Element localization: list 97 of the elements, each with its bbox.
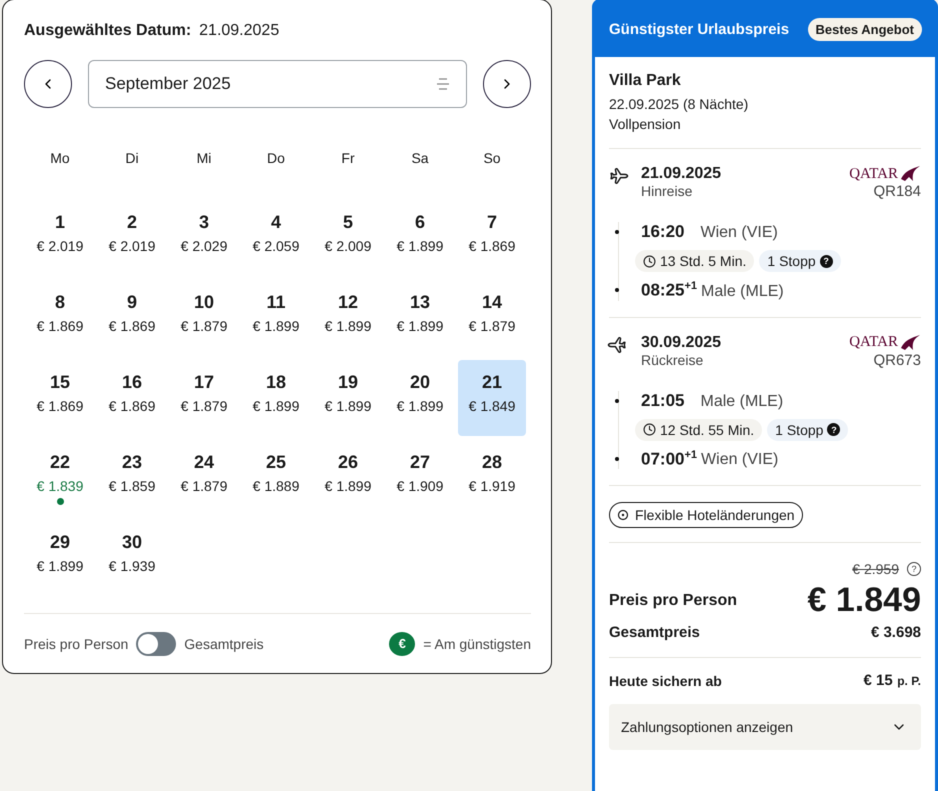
- calendar-day[interactable]: 14 € 1.879: [458, 280, 526, 356]
- calendar-day[interactable]: 26 € 1.899: [314, 440, 382, 516]
- calendar-day[interactable]: 12 € 1.899: [314, 280, 382, 356]
- calendar-day[interactable]: 25 € 1.889: [242, 440, 310, 516]
- arrival-time: 07:00$^{+1}$: [641, 448, 698, 470]
- calendar-day[interactable]: 20 € 1.899: [386, 360, 454, 436]
- weekday-label: Fr: [341, 150, 355, 166]
- weekday-label: Sa: [411, 150, 429, 166]
- weekday-label: Mi: [196, 150, 212, 166]
- toggle-left-label: Preis pro Person: [24, 636, 128, 652]
- timeline-dot: [615, 398, 619, 403]
- euro-badge: €: [389, 632, 416, 656]
- calendar-day[interactable]: 16 € 1.869: [98, 360, 166, 436]
- arrival-place: Male (MLE): [701, 282, 784, 301]
- departure-time: 21:05: [641, 390, 684, 411]
- total-price: € 3.698: [870, 624, 921, 642]
- selected-date-value: 21.09.2025: [199, 22, 280, 40]
- refresh-icon: [617, 509, 629, 522]
- weekday-label: So: [483, 150, 501, 166]
- toggle-right-label: Gesamtpreis: [184, 636, 264, 652]
- calendar-day[interactable]: 10 € 1.879: [170, 280, 238, 356]
- calendar-day[interactable]: 22 € 1.839: [26, 440, 94, 516]
- flexible-changes-button[interactable]: Flexible Hoteländerungen: [609, 502, 803, 528]
- per-person-price: € 1.849: [808, 581, 921, 620]
- calendar-day[interactable]: 17 € 1.879: [170, 360, 238, 436]
- selected-date-label: Ausgewähltes Datum:: [24, 22, 192, 40]
- clock-icon: [643, 254, 656, 268]
- calendar-day[interactable]: 7 € 1.869: [458, 200, 526, 276]
- deposit-label: Heute sichern ab: [609, 673, 722, 690]
- leg-label: Rückreise: [641, 352, 704, 368]
- calendar-day[interactable]: 23 € 1.859: [98, 440, 166, 516]
- board-type: Vollpension: [609, 116, 682, 132]
- timeline-dot: [615, 288, 619, 292]
- cheapest-dot: [56, 498, 64, 505]
- help-icon[interactable]: ?: [827, 423, 840, 436]
- weekday-label: Do: [267, 150, 285, 166]
- departure-time: 16:20: [641, 222, 684, 242]
- stops-chip[interactable]: 1 Stopp ?: [759, 250, 841, 272]
- duration-text: 13 Std. 5 Min.: [660, 253, 746, 269]
- calendar-day[interactable]: 29 € 1.899: [26, 520, 94, 596]
- calendar-day[interactable]: 30 € 1.939: [98, 520, 166, 596]
- total-label: Gesamtpreis: [609, 624, 700, 642]
- arrival-place: Wien (VIE): [701, 451, 778, 470]
- weekday-label: Mo: [50, 150, 70, 166]
- flight-date: 30.09.2025: [641, 334, 722, 352]
- calendar-day[interactable]: 4 € 2.059: [242, 200, 310, 276]
- price-toggle[interactable]: [136, 632, 176, 656]
- stops-text: 1 Stopp: [767, 253, 816, 269]
- calendar-day[interactable]: 19 € 1.899: [314, 360, 382, 436]
- airline-logo: QATAR: [849, 165, 921, 183]
- calendar-day[interactable]: 13 € 1.899: [386, 280, 454, 356]
- offer-title: Günstigster Urlaubspreis: [609, 21, 790, 38]
- calendar-day[interactable]: 9 € 1.869: [98, 280, 166, 356]
- stops-chip[interactable]: 1 Stopp ?: [767, 418, 848, 441]
- help-icon[interactable]: ?: [820, 254, 833, 268]
- duration-text: 12 Std. 55 Min.: [660, 422, 754, 438]
- flight-date: 21.09.2025: [641, 165, 722, 183]
- hotel-name: Villa Park: [609, 72, 682, 90]
- best-offer-badge: Bestes Angebot: [808, 18, 922, 41]
- arrival-time: 08:25$^{+1}$: [641, 280, 698, 301]
- stay-dates: 22.09.2025 (8 Nächte): [609, 96, 750, 112]
- flight-number: QR673: [873, 352, 921, 369]
- month-select[interactable]: September 2025: [88, 60, 467, 108]
- flight-number: QR184: [873, 183, 921, 200]
- deposit-price: € 15 p. P.: [864, 672, 921, 690]
- calendar-day[interactable]: 8 € 1.869: [26, 280, 94, 356]
- next-month-button[interactable]: [483, 60, 531, 108]
- calendar-day[interactable]: 21 € 1.849: [458, 360, 526, 436]
- calendar-day[interactable]: 2 € 2.019: [98, 200, 166, 276]
- calendar-day[interactable]: 28 € 1.919: [458, 440, 526, 516]
- weekday-label: Di: [125, 150, 139, 166]
- stops-text: 1 Stopp: [775, 422, 824, 438]
- calendar-day[interactable]: 18 € 1.899: [242, 360, 310, 436]
- calendar-day[interactable]: 3 € 2.029: [170, 200, 238, 276]
- old-price: € 2.959: [852, 561, 899, 578]
- lines-icon: [436, 78, 450, 90]
- clock-icon: [643, 423, 656, 436]
- per-person-label: Preis pro Person: [609, 592, 738, 610]
- calendar-day[interactable]: 15 € 1.869: [26, 360, 94, 436]
- departure-place: Wien (VIE): [700, 224, 778, 242]
- departure-place: Male (MLE): [700, 392, 784, 411]
- calendar-day[interactable]: 24 € 1.879: [170, 440, 238, 516]
- previous-month-button[interactable]: [24, 60, 72, 108]
- calendar-day[interactable]: 27 € 1.909: [386, 440, 454, 516]
- bird-logo-icon: [899, 334, 921, 352]
- calendar-day[interactable]: 5 € 2.009: [314, 200, 382, 276]
- calendar-day[interactable]: 6 € 1.899: [386, 200, 454, 276]
- legend-text: = Am günstigsten: [423, 636, 531, 652]
- calendar-day[interactable]: 11 € 1.899: [242, 280, 310, 356]
- timeline-dot: [615, 230, 619, 234]
- timeline-dot: [615, 456, 619, 461]
- payment-options-button[interactable]: Zahlungsoptionen anzeigen: [609, 704, 921, 750]
- calendar-day[interactable]: 1 € 2.019: [26, 200, 94, 276]
- airline-logo: QATAR: [849, 334, 921, 352]
- bird-logo-icon: [899, 165, 921, 183]
- leg-label: Hinreise: [641, 183, 694, 199]
- help-icon[interactable]: ?: [907, 562, 921, 576]
